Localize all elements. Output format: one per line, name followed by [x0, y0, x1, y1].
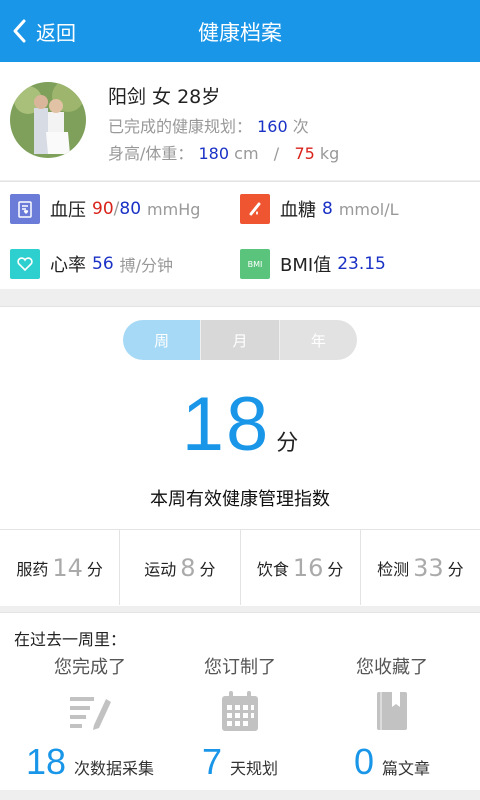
blood-pressure-item[interactable]: 血压 90 / 80 mmHg: [10, 192, 200, 226]
glucose-label: 血糖: [280, 200, 316, 221]
category-diet[interactable]: 饮食 16 分: [241, 530, 361, 605]
category-value: 8: [180, 553, 196, 582]
plans-count: 160: [257, 117, 288, 136]
height-unit: cm: [234, 144, 259, 163]
category-unit: 分: [199, 559, 216, 579]
data-collection-summary[interactable]: 您完成了 18 次数据采集: [10, 653, 170, 782]
bp-label: 血压: [50, 200, 86, 221]
plans-label: 已完成的健康规划：: [108, 117, 253, 136]
category-testing[interactable]: 检测 33 分: [361, 530, 480, 605]
weight-unit: kg: [319, 144, 340, 163]
summary-footer: 0 篇文章: [312, 741, 472, 783]
category-unit: 分: [327, 559, 344, 579]
bmi-value: 23.15: [337, 254, 386, 274]
profile-card: 阳剑 女 28岁 已完成的健康规划： 160 次 身高/体重： 180 cm /…: [0, 62, 480, 180]
vitals-panel: 血压 90 / 80 mmHg 血糖 8 mmol/L 心率 56 搏/分钟 B…: [0, 181, 480, 289]
summary-title: 您收藏了: [356, 657, 428, 678]
category-label: 运动: [144, 559, 177, 579]
summary-text: 次数据采集: [74, 759, 155, 778]
tab-week[interactable]: 周: [123, 320, 201, 360]
score-unit: 分: [276, 431, 299, 456]
avatar-photo: [10, 82, 86, 158]
score-display: 18 分: [0, 381, 480, 468]
blood-drop-icon: [240, 194, 270, 224]
category-label: 饮食: [256, 559, 289, 579]
category-label: 检测: [377, 559, 410, 579]
page-title: 健康档案: [198, 21, 282, 45]
heart-value: 56: [92, 254, 114, 274]
blood-glucose-item[interactable]: 血糖 8 mmol/L: [240, 192, 399, 226]
score-caption: 本周有效健康管理指数: [150, 489, 330, 510]
avatar[interactable]: [10, 82, 86, 158]
summary-footer: 7 天规划: [160, 741, 320, 783]
score-value: 18: [181, 382, 271, 467]
summary-value: 7: [201, 741, 222, 782]
heart-icon: [10, 249, 40, 279]
tab-year[interactable]: 年: [278, 320, 357, 360]
book-icon: [370, 689, 414, 733]
week-summary: 在过去一周里： 您完成了 18 次数据采集 您订制了 7 天规划 您收藏了 0 …: [0, 612, 480, 790]
category-unit: 分: [86, 559, 103, 579]
category-label: 服药: [16, 559, 49, 579]
category-unit: 分: [447, 559, 464, 579]
category-scores: 服药 14 分 运动 8 分 饮食 16 分 检测 33 分: [0, 529, 480, 605]
bp-systolic: 90: [92, 199, 114, 219]
edit-list-icon: [68, 689, 112, 733]
score-card: 周 月 年 18 分 本周有效健康管理指数 服药 14 分 运动 8 分 饮食 1…: [0, 306, 480, 606]
profile-name: 阳剑 女 28岁: [108, 86, 221, 108]
heart-label: 心率: [50, 255, 86, 276]
glucose-value: 8: [322, 199, 333, 219]
calendar-icon: [218, 689, 262, 733]
period-tabs: 周 月 年: [123, 320, 357, 360]
height-weight: 身高/体重： 180 cm / 75 kg: [108, 140, 339, 164]
category-value: 16: [292, 553, 324, 582]
summary-value: 18: [25, 741, 67, 782]
heart-rate-item[interactable]: 心率 56 搏/分钟: [10, 247, 173, 281]
summary-text: 篇文章: [382, 759, 431, 778]
plans-completed: 已完成的健康规划： 160 次: [108, 113, 309, 137]
weight-value: 75: [294, 144, 315, 163]
glucose-unit: mmol/L: [338, 199, 399, 219]
bmi-item[interactable]: BMI BMI值 23.15: [240, 247, 386, 281]
summary-title: 您订制了: [204, 657, 276, 678]
heart-unit: 搏/分钟: [119, 256, 174, 275]
summary-title: 您完成了: [54, 657, 126, 678]
bp-diastolic: 80: [119, 199, 142, 219]
plans-summary[interactable]: 您订制了 7 天规划: [160, 653, 320, 782]
favorites-summary[interactable]: 您收藏了 0 篇文章: [312, 653, 472, 782]
bmi-icon: BMI: [240, 249, 270, 279]
clipboard-heart-icon: [10, 194, 40, 224]
tab-month[interactable]: 月: [200, 320, 279, 360]
height-value: 180: [198, 144, 230, 163]
category-exercise[interactable]: 运动 8 分: [120, 530, 241, 605]
summary-footer: 18 次数据采集: [10, 741, 170, 783]
body-label: 身高/体重：: [108, 144, 194, 163]
week-heading: 在过去一周里：: [14, 630, 127, 649]
summary-text: 天规划: [230, 759, 279, 778]
bmi-label: BMI值: [280, 255, 332, 276]
bp-unit: mmHg: [147, 199, 201, 219]
category-value: 33: [413, 553, 444, 582]
top-bar: 返回 健康档案: [0, 0, 480, 62]
category-value: 14: [52, 553, 83, 582]
plans-unit: 次: [292, 117, 309, 136]
category-medication[interactable]: 服药 14 分: [0, 530, 121, 605]
summary-value: 0: [353, 741, 374, 782]
hw-separator: /: [273, 144, 280, 163]
